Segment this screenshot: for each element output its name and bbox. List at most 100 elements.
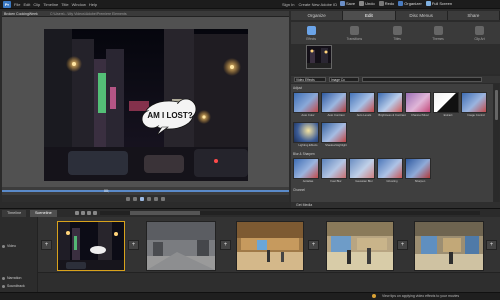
subtab-themes[interactable]: Themes — [432, 26, 444, 44]
play-icon[interactable] — [140, 196, 144, 201]
toolbar-buttons: Save Undo Redo Organizer Full Screen — [340, 1, 452, 6]
timeline-tools — [75, 211, 97, 215]
subtab-transitions-label: Transitions — [346, 37, 363, 41]
track-soundtrack-label: Soundtrack — [7, 284, 25, 288]
scene-clip[interactable] — [146, 221, 216, 271]
add-marker-icon[interactable] — [93, 211, 97, 215]
tab-organize[interactable]: Organize — [291, 11, 344, 20]
effects-scrollbar-thumb[interactable] — [495, 90, 498, 120]
effect-tile[interactable]: Auto Levels — [349, 92, 379, 117]
effect-tile[interactable]: Channel Mixer — [405, 92, 435, 117]
subtab-titles-label: Titles — [393, 37, 401, 41]
full-screen-button[interactable]: Full Screen — [425, 1, 452, 6]
effect-thumbnail — [377, 158, 403, 179]
account-links: Sign In Create New Adobe ID — [282, 2, 337, 7]
playback-controls — [2, 195, 289, 202]
transition-drop-target[interactable]: + — [308, 240, 319, 250]
scene-clip[interactable] — [414, 221, 484, 271]
menu-file[interactable]: File — [14, 2, 20, 8]
save-button[interactable]: Save — [340, 1, 355, 6]
effect-thumbnail — [293, 122, 319, 143]
tab-disc-menus[interactable]: Disc Menus — [395, 11, 448, 20]
effect-tile[interactable]: Ghosting — [377, 158, 407, 183]
effect-label: Lighting Effects — [298, 143, 318, 147]
effect-label: Channel Mixer — [410, 113, 430, 117]
transition-drop-target[interactable]: + — [128, 240, 139, 250]
subtab-titles[interactable]: Titles — [392, 26, 402, 44]
tab-timeline[interactable]: Timeline — [2, 210, 27, 217]
menu-clip[interactable]: Clip — [33, 2, 40, 8]
trash-icon[interactable] — [87, 211, 91, 215]
effect-tile[interactable]: Gaussian Blur — [349, 158, 379, 183]
transition-drop-target[interactable]: + — [41, 240, 52, 250]
effect-category-dropdown[interactable]: Video Effects — [294, 77, 326, 82]
go-to-start-icon[interactable] — [126, 196, 130, 201]
effect-tile[interactable]: Auto Color — [293, 92, 323, 117]
zoom-in-icon[interactable] — [81, 211, 85, 215]
scrubber-track[interactable] — [2, 190, 289, 192]
current-time-marker[interactable]: 00; — [104, 188, 114, 195]
video-preview[interactable]: AM I LOST? — [44, 29, 248, 181]
zoom-out-icon[interactable] — [75, 211, 79, 215]
sign-in-link[interactable]: Sign In — [282, 2, 294, 7]
create-id-link[interactable]: Create New Adobe ID — [298, 2, 337, 7]
save-icon — [340, 1, 345, 6]
split-clip-icon[interactable] — [161, 196, 165, 201]
menu-help[interactable]: Help — [89, 2, 97, 8]
organizer-label: Organizer — [404, 1, 422, 6]
effect-tile[interactable]: Shadow/Highlight — [321, 122, 351, 147]
effect-thumbnail — [349, 158, 375, 179]
step-back-icon[interactable] — [133, 196, 137, 201]
speech-bubble-text: AM I LOST? — [147, 111, 192, 120]
undo-label: Undo — [365, 1, 375, 6]
effect-preview-thumbnail — [306, 45, 332, 69]
track-video: Video — [2, 244, 16, 248]
status-tip-text[interactable]: View tips on applying video effects to y… — [382, 293, 459, 299]
subtab-transitions[interactable]: Transitions — [347, 26, 362, 44]
full-screen-icon — [425, 1, 431, 6]
effect-tile[interactable]: Antialias — [293, 158, 323, 183]
effect-tile[interactable]: Lighting Effects — [293, 122, 323, 147]
menu-title[interactable]: Title — [61, 2, 68, 8]
subtab-effects[interactable]: Effects — [306, 26, 316, 44]
subtab-clip-art[interactable]: Clip Art — [474, 26, 485, 44]
effect-tile[interactable]: Auto Contrast — [321, 92, 351, 117]
subtab-themes-label: Themes — [432, 37, 444, 41]
redo-button[interactable]: Redo — [378, 1, 394, 6]
menu-window[interactable]: Window — [72, 2, 86, 8]
step-forward-icon[interactable] — [147, 196, 151, 201]
scene-clip[interactable] — [326, 221, 394, 271]
tab-sceneline[interactable]: Sceneline — [30, 210, 57, 217]
effect-tile[interactable]: Image Control — [461, 92, 491, 117]
clip-art-icon — [475, 26, 484, 35]
undo-button[interactable]: Undo — [359, 1, 375, 6]
effect-tile[interactable]: Brightness & Contrast — [377, 92, 407, 117]
subtab-effects-label: Effects — [306, 37, 316, 41]
transition-drop-target[interactable]: + — [486, 240, 497, 250]
timeline-scrollbar-thumb[interactable] — [130, 211, 200, 215]
app-logo-icon: Pr — [3, 1, 11, 8]
go-to-end-icon[interactable] — [154, 196, 158, 201]
tab-edit[interactable]: Edit — [343, 11, 396, 20]
effect-label: Antialias — [302, 179, 314, 183]
redo-icon — [378, 1, 384, 6]
effect-label: Extract — [443, 113, 453, 117]
menu-edit[interactable]: Edit — [23, 2, 30, 8]
effect-thumbnail — [461, 92, 487, 113]
transition-drop-target[interactable]: + — [397, 240, 408, 250]
organizer-button[interactable]: Organizer — [398, 1, 422, 6]
effect-search-input[interactable] — [362, 77, 482, 82]
transition-drop-target[interactable]: + — [220, 240, 231, 250]
tab-share[interactable]: Share — [447, 11, 500, 20]
transitions-icon — [349, 26, 359, 35]
effect-tile[interactable]: Extract — [433, 92, 463, 117]
menu-timeline[interactable]: Timeline — [43, 2, 58, 8]
scene-clip[interactable] — [236, 221, 304, 271]
effect-tile[interactable]: Fast Blur — [321, 158, 351, 183]
effect-group-dropdown[interactable]: Image Co — [329, 77, 359, 82]
section-adjust-label: Adjust — [293, 86, 302, 90]
narration-icon — [2, 276, 5, 280]
scene-clip[interactable] — [57, 221, 125, 271]
audio-tracks-area — [38, 272, 500, 292]
effect-tile[interactable]: Sharpen — [405, 158, 435, 183]
